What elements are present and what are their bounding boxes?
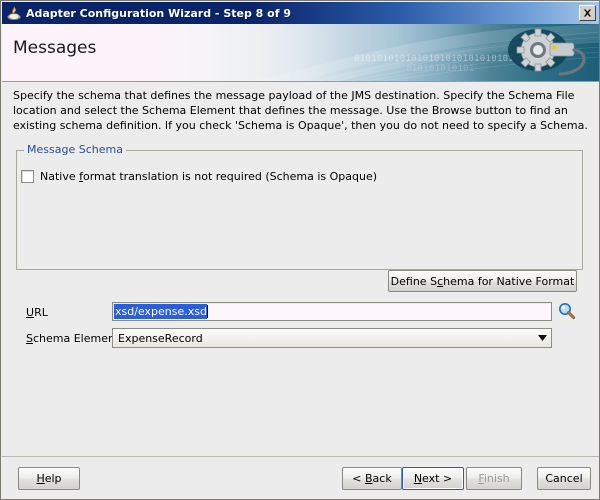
define-schema-button[interactable]: Define Schema for Native Format — [388, 270, 577, 292]
opaque-checkbox-label: Native format translation is not require… — [40, 170, 378, 183]
close-icon[interactable] — [579, 5, 596, 21]
wizard-window: Adapter Configuration Wizard - Step 8 of… — [0, 0, 600, 500]
finish-button: Finish — [466, 467, 522, 490]
next-button-label: Next > — [413, 472, 453, 485]
page-title: Messages — [13, 38, 97, 58]
message-schema-group — [16, 150, 583, 270]
finish-button-label: Finish — [478, 472, 510, 485]
content-area: Specify the schema that defines the mess… — [2, 82, 599, 456]
help-button[interactable]: Help — [18, 467, 80, 490]
url-input-value: xsd/expense.xsd — [114, 304, 207, 319]
next-button[interactable]: Next > — [402, 467, 464, 490]
message-schema-group-title: Message Schema — [24, 143, 126, 156]
magnifier-icon[interactable] — [558, 302, 576, 320]
back-button-label: < Back — [352, 472, 392, 485]
define-schema-button-label: Define Schema for Native Format — [390, 274, 575, 288]
window-title: Adapter Configuration Wizard - Step 8 of… — [26, 6, 291, 20]
footer-bar: Help < Back Next > Finish Cancel — [2, 456, 599, 499]
text-caret — [206, 305, 208, 318]
cancel-button[interactable]: Cancel — [537, 467, 591, 490]
back-button[interactable]: < Back — [342, 467, 402, 490]
titlebar: Adapter Configuration Wizard - Step 8 of… — [2, 2, 599, 24]
wizard-icon — [6, 5, 22, 21]
opaque-checkbox[interactable] — [21, 170, 34, 183]
schema-element-value: ExpenseRecord — [118, 331, 203, 345]
page-description: Specify the schema that defines the mess… — [13, 89, 588, 132]
cancel-button-label: Cancel — [545, 472, 583, 485]
schema-element-select[interactable]: ExpenseRecord — [112, 328, 552, 348]
schema-element-label: Schema Element — [26, 332, 120, 345]
chevron-down-icon[interactable] — [533, 329, 551, 347]
opaque-checkbox-row[interactable]: Native format translation is not require… — [21, 170, 377, 183]
banner-binary-primary: 0101010101010101010101010101 — [354, 54, 515, 64]
gear-cable-icon — [494, 26, 594, 81]
banner-binary-secondary: 010101010101 — [406, 64, 475, 74]
url-label: URL — [26, 306, 48, 319]
help-button-label: Help — [36, 472, 62, 485]
header-banner: 0101010101010101010101010101 01010101010… — [2, 24, 599, 82]
url-input[interactable]: xsd/expense.xsd — [112, 302, 552, 321]
